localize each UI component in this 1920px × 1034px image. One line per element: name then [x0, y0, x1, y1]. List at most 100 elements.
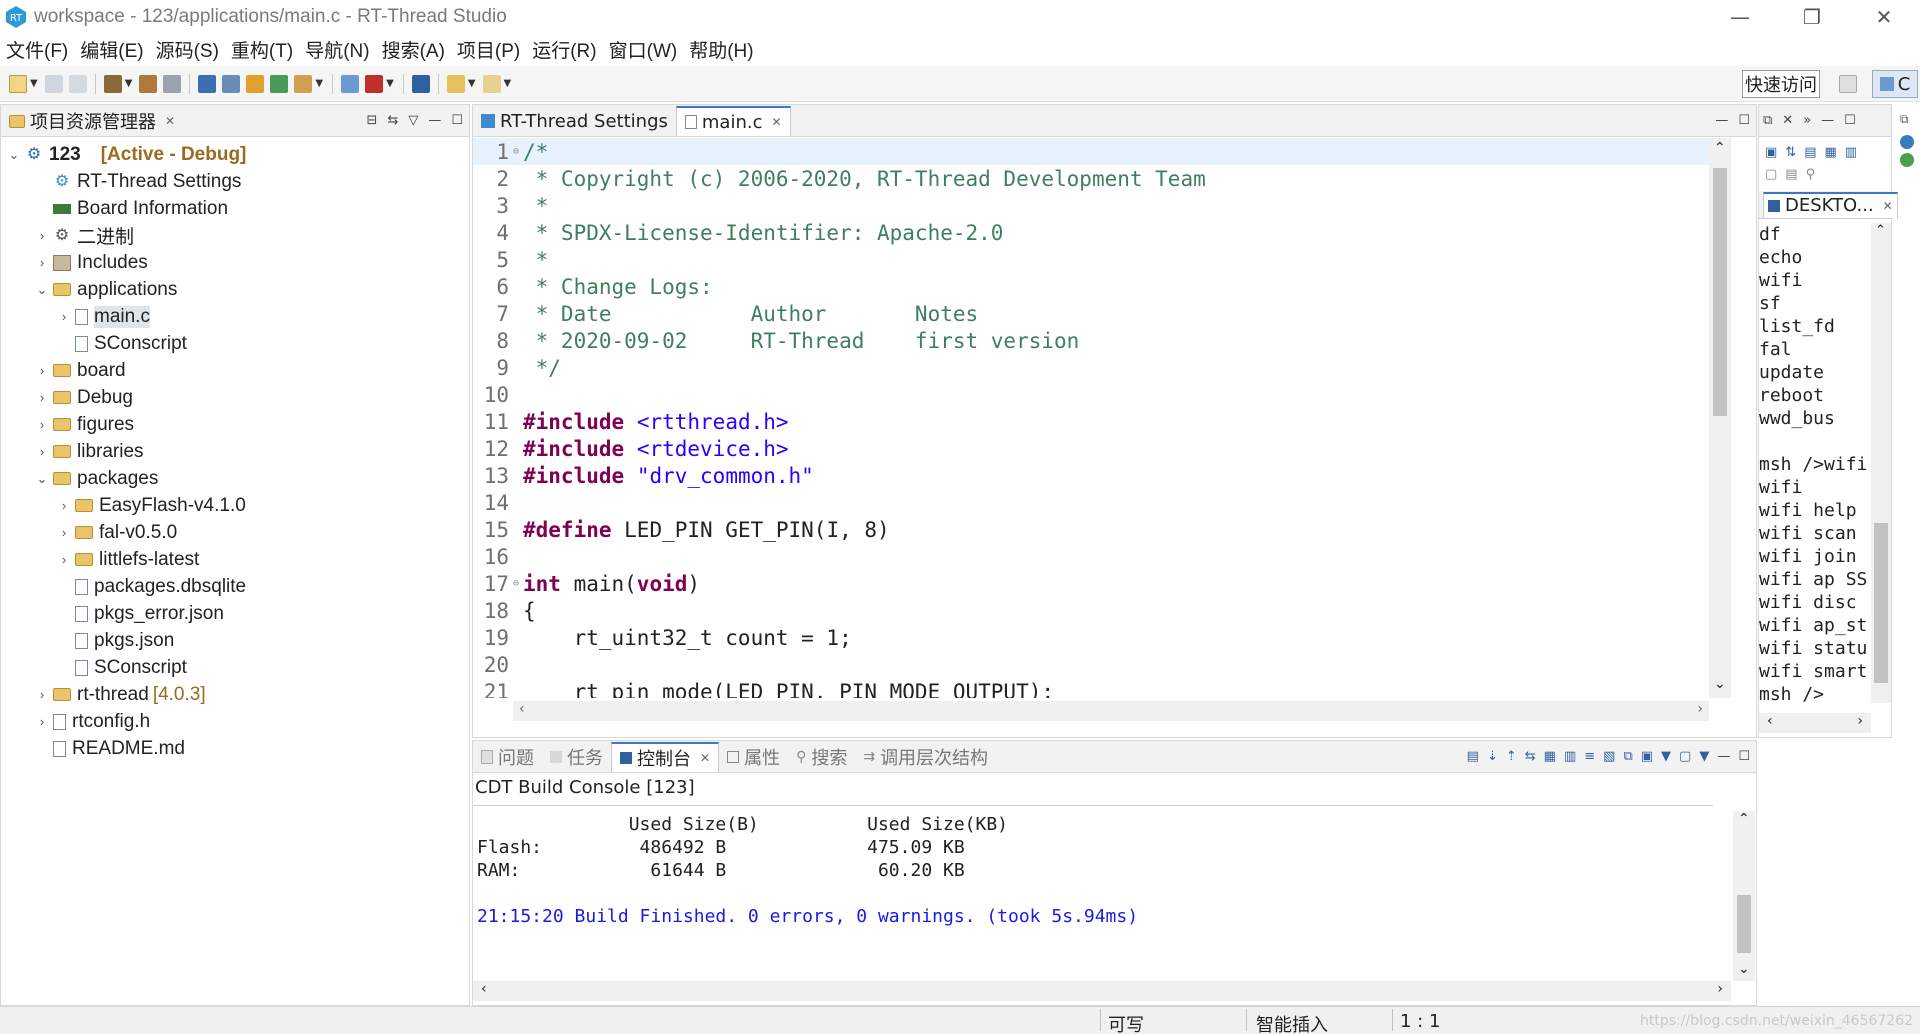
- stop-icon[interactable]: [365, 74, 384, 93]
- menu-file[interactable]: 文件(F): [6, 36, 68, 63]
- close-tab-icon[interactable]: ✕: [771, 115, 781, 129]
- display-console-icon[interactable]: ▣: [1641, 749, 1653, 764]
- chevron-down-icon[interactable]: ▼: [30, 78, 38, 89]
- chevron-right-icon[interactable]: ›: [35, 714, 49, 729]
- tree-item-sconscript[interactable]: SConscript: [1, 330, 469, 357]
- chevron-right-icon[interactable]: ›: [35, 255, 49, 270]
- console-vertical-scrollbar[interactable]: ⌃ ⌄: [1733, 811, 1755, 981]
- scroll-left-icon[interactable]: ‹: [481, 981, 487, 997]
- tab-problems[interactable]: 问题: [473, 742, 542, 772]
- code-line[interactable]: 7 * Date Author Notes: [473, 300, 1713, 327]
- menu-edit[interactable]: 编辑(E): [80, 36, 143, 63]
- tree-item-easyflash[interactable]: › EasyFlash-v4.1.0: [1, 492, 469, 519]
- maximize-view-icon[interactable]: ☐: [451, 113, 463, 128]
- restore-button[interactable]: ❐: [1776, 0, 1848, 34]
- tree-item-includes[interactable]: › Includes: [1, 249, 469, 276]
- code-line[interactable]: 9 */: [473, 354, 1713, 381]
- code-area[interactable]: 1 ⊖/* 2 * Copyright (c) 2006-2020, RT-Thre…: [473, 138, 1713, 698]
- sdk-manager-icon[interactable]: [411, 74, 430, 93]
- minimize-view-icon[interactable]: —: [1821, 113, 1834, 128]
- filter-icon[interactable]: ⇅: [1785, 145, 1796, 160]
- chevron-down-icon[interactable]: ⌄: [35, 471, 49, 487]
- scroll-up-icon[interactable]: ⌃: [1875, 223, 1886, 238]
- group-icon[interactable]: ▥: [1845, 145, 1857, 160]
- overflow-icon[interactable]: »: [1803, 113, 1811, 128]
- scroll-up-icon[interactable]: ⌃: [1738, 811, 1750, 827]
- terminal-output[interactable]: df echo wifi sf list_fd fal update reboot wwd_bu…: [1759, 223, 1875, 703]
- code-line[interactable]: 8 * 2020-09-02 RT-Thread first version: [473, 327, 1713, 354]
- quick-access-field[interactable]: 快速访问: [1742, 70, 1820, 98]
- chevron-right-icon[interactable]: ›: [57, 525, 71, 540]
- tab-project-explorer[interactable]: 项目资源管理器 ✕: [1, 106, 184, 136]
- chevron-right-icon[interactable]: ›: [35, 444, 49, 459]
- chevron-right-icon[interactable]: ›: [57, 552, 71, 567]
- tab-search[interactable]: ⚲ 搜索: [788, 742, 855, 772]
- code-line[interactable]: 14: [473, 489, 1713, 516]
- new-console-icon[interactable]: ▢: [1679, 749, 1691, 764]
- pin-console-icon[interactable]: ⇆: [1525, 749, 1536, 764]
- code-line[interactable]: 20: [473, 651, 1713, 678]
- chevron-down-icon[interactable]: ▼: [315, 78, 323, 89]
- debug-bug-icon[interactable]: [246, 74, 265, 93]
- terminal-icon[interactable]: [198, 74, 217, 93]
- tree-item-applications[interactable]: ⌄ applications: [1, 276, 469, 303]
- code-line[interactable]: 15 #define LED_PIN GET_PIN(I, 8): [473, 516, 1713, 543]
- chevron-right-icon[interactable]: ›: [35, 417, 49, 432]
- chevron-right-icon[interactable]: ›: [35, 687, 49, 702]
- code-line[interactable]: 18 {: [473, 597, 1713, 624]
- code-line[interactable]: 3 *: [473, 192, 1713, 219]
- scroll-right-icon[interactable]: ›: [1717, 981, 1723, 997]
- updates-icon[interactable]: [1900, 153, 1914, 167]
- paste-icon[interactable]: ▤: [1785, 167, 1797, 182]
- tree-item-main-c[interactable]: › main.c: [1, 303, 469, 330]
- run-icon[interactable]: [294, 74, 313, 93]
- tab-console[interactable]: 控制台 ✕: [611, 742, 720, 772]
- chevron-down-icon[interactable]: ▼: [386, 78, 394, 89]
- package-icon[interactable]: [341, 74, 360, 93]
- close-button[interactable]: ✕: [1848, 0, 1920, 34]
- code-line[interactable]: 17 ⊖ int main(void): [473, 570, 1713, 597]
- scroll-right-icon[interactable]: ›: [1857, 713, 1863, 729]
- scroll-top-icon[interactable]: ⇡: [1506, 749, 1517, 764]
- code-line[interactable]: 11 #include <rtthread.h>: [473, 408, 1713, 435]
- tree-item-binaries[interactable]: › ⚙ 二进制: [1, 222, 469, 249]
- collapse-all-icon[interactable]: ⊟: [367, 113, 378, 128]
- scroll-up-icon[interactable]: ⌃: [1714, 140, 1726, 156]
- hide-static-icon[interactable]: ▦: [1825, 145, 1837, 160]
- code-line[interactable]: 13 #include "drv_common.h": [473, 462, 1713, 489]
- console-horizontal-scrollbar[interactable]: ‹ ›: [473, 981, 1731, 1001]
- link-editor-icon[interactable]: ⇆: [387, 113, 398, 128]
- view-menu-icon[interactable]: ▽: [408, 113, 418, 128]
- tab-main-c[interactable]: main.c ✕: [675, 106, 791, 136]
- editor-vertical-scrollbar[interactable]: ⌃ ⌄: [1709, 138, 1731, 698]
- connect-icon[interactable]: ⚲: [1806, 167, 1816, 182]
- tree-item-pkgs-json[interactable]: pkgs.json: [1, 627, 469, 654]
- minimize-button[interactable]: —: [1704, 0, 1776, 34]
- tree-item-sconscript-pkg[interactable]: SConscript: [1, 654, 469, 681]
- scroll-right-icon[interactable]: ›: [1697, 701, 1703, 717]
- chevron-down-icon[interactable]: ▼: [504, 78, 512, 89]
- open-console-icon[interactable]: ⧉: [1623, 749, 1632, 764]
- outline-icon[interactable]: ⧉: [1763, 113, 1772, 128]
- editor-horizontal-scrollbar[interactable]: ‹ ›: [513, 701, 1709, 721]
- new-icon[interactable]: [9, 74, 27, 93]
- code-line[interactable]: 19 rt_uint32_t count = 1;: [473, 624, 1713, 651]
- menu-window[interactable]: 窗口(W): [609, 36, 678, 63]
- clear-console-icon[interactable]: ▤: [1467, 749, 1479, 764]
- save-icon[interactable]: [44, 74, 63, 93]
- scroll-thumb[interactable]: [1713, 168, 1727, 416]
- close-tab-icon[interactable]: ✕: [1782, 113, 1793, 128]
- tab-terminal[interactable]: DESKTO... ✕: [1763, 191, 1898, 218]
- sort-icon[interactable]: ▣: [1765, 145, 1777, 160]
- word-wrap-icon[interactable]: ▦: [1544, 749, 1556, 764]
- tree-item-fal[interactable]: › fal-v0.5.0: [1, 519, 469, 546]
- scroll-thumb[interactable]: [1737, 895, 1751, 953]
- chevron-right-icon[interactable]: ›: [35, 390, 49, 405]
- maximize-view-icon[interactable]: ☐: [1738, 749, 1750, 764]
- console-output[interactable]: Used Size(B) Used Size(KB) Flash: 486492…: [477, 813, 1717, 928]
- rebuild-icon[interactable]: [139, 74, 158, 93]
- chevron-down-icon[interactable]: ▼: [1661, 749, 1671, 764]
- tree-item-rt-settings[interactable]: ⚙ RT-Thread Settings: [1, 168, 469, 195]
- code-line[interactable]: 16: [473, 543, 1713, 570]
- tree-item-packages-db[interactable]: packages.dbsqlite: [1, 573, 469, 600]
